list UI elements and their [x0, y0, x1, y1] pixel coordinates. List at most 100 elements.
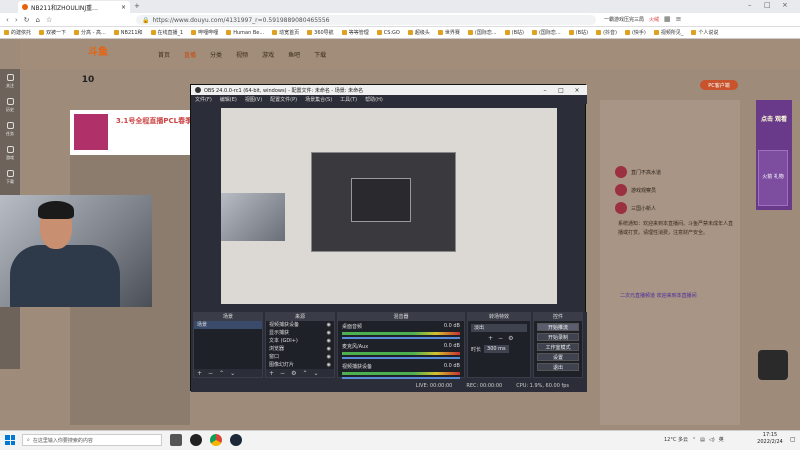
source-visibility-icon[interactable]: ◉ [327, 329, 331, 337]
obs-close-icon[interactable]: × [569, 85, 585, 95]
chat-link[interactable]: 二次元直播频道 欢迎来到本直播间 [620, 292, 697, 299]
url-bar[interactable]: 🔒 https://www.douyu.com/4131997_r=0.5919… [136, 15, 596, 25]
source-item[interactable]: 显示捕获 ◉ [266, 329, 334, 337]
gift-banner[interactable]: 火箭 礼物 [758, 150, 788, 206]
home-icon[interactable]: ⌂ [36, 16, 40, 24]
bookmark-item[interactable]: 双被一下 [39, 29, 66, 36]
bookmark-item[interactable]: 视频所见_ [653, 29, 683, 36]
site-nav-item[interactable]: 鱼吧 [288, 50, 300, 59]
bookmark-item[interactable]: (快手) [624, 29, 646, 36]
network-icon[interactable]: ▤ [700, 437, 705, 443]
site-nav-item[interactable]: 直播 [184, 50, 196, 59]
obs-menu-item[interactable]: 帮助(H) [365, 96, 383, 103]
source-visibility-icon[interactable]: ◉ [327, 321, 331, 329]
scene-item[interactable]: 场景 [194, 321, 262, 329]
bookmark-item[interactable]: 360导航 [307, 29, 334, 36]
source-item[interactable]: 视频捕获设备 ◉ [266, 321, 334, 329]
add-source-icon[interactable]: + [269, 370, 274, 377]
taskbar-search[interactable]: ⌕ 在这里输入你要搜索的内容 [22, 434, 162, 446]
transition-settings-icon[interactable]: ⚙ [508, 335, 513, 342]
chat-rank-row[interactable]: 三国小新人 [615, 202, 740, 214]
steam-task-icon[interactable] [230, 434, 242, 446]
site-nav-item[interactable]: 分类 [210, 50, 222, 59]
remove-source-icon[interactable]: − [280, 370, 285, 377]
site-nav-item[interactable]: 游戏 [262, 50, 274, 59]
bookmark-item[interactable]: Human Be... [226, 30, 264, 36]
source-item[interactable]: 文本 (GDI+) ◉ [266, 337, 334, 345]
control-button[interactable]: 工作室模式 [537, 343, 579, 351]
taskview-icon[interactable] [170, 434, 182, 446]
add-transition-icon[interactable]: + [488, 335, 493, 342]
tray-chevron-icon[interactable]: ⌃ [692, 437, 696, 443]
obs-maximize-icon[interactable]: □ [553, 85, 569, 95]
control-button[interactable]: 退出 [537, 363, 579, 371]
left-sidebar-item[interactable]: 下载 [0, 165, 20, 189]
taskbar-clock[interactable]: 17:15 2022/2/24 [750, 432, 790, 448]
source-visibility-icon[interactable]: ◉ [327, 337, 331, 345]
site-nav-item[interactable]: 视频 [236, 50, 248, 59]
site-nav-item[interactable]: 下载 [314, 50, 326, 59]
bookmark-item[interactable]: 的建依托 [4, 29, 31, 36]
huorong-badge[interactable]: 火绒 [649, 16, 659, 23]
new-tab-icon[interactable]: + [134, 2, 140, 10]
bookmark-item[interactable]: NB211和 [113, 29, 143, 36]
source-up-icon[interactable]: ⌃ [302, 370, 307, 377]
move-up-icon[interactable]: ⌃ [219, 370, 224, 377]
remove-transition-icon[interactable]: − [498, 335, 503, 342]
source-item[interactable]: 图像幻灯片 ◉ [266, 361, 334, 369]
window-close-icon[interactable]: × [782, 1, 788, 9]
chat-rank-row[interactable]: 游戏观察员 [615, 184, 740, 196]
right-search-label[interactable]: 一霸游戏压完三局 [604, 16, 644, 23]
left-sidebar-item[interactable]: 游戏 [0, 141, 20, 165]
source-visibility-icon[interactable]: ◉ [327, 345, 331, 353]
bookmark-item[interactable]: 动宽首页 [272, 29, 299, 36]
obs-minimize-icon[interactable]: – [537, 85, 553, 95]
obs-menu-item[interactable]: 场景集合(S) [305, 96, 332, 103]
window-maximize-icon[interactable]: □ [764, 1, 771, 9]
bookmark-item[interactable]: CS:GO [376, 30, 400, 36]
control-button[interactable]: 设置 [537, 353, 579, 361]
obs-preview[interactable] [221, 108, 557, 304]
bookmark-item[interactable]: (抖音) [596, 29, 617, 36]
forward-icon[interactable]: › [15, 16, 18, 24]
left-sidebar-item[interactable]: 历史 [0, 93, 20, 117]
bookmark-item[interactable]: 世界赛 [437, 29, 460, 36]
source-item[interactable]: 窗口 ◉ [266, 353, 334, 361]
remove-scene-icon[interactable]: − [208, 370, 213, 377]
control-button[interactable]: 开始推流 [537, 323, 579, 331]
chrome-task-icon[interactable] [210, 434, 222, 446]
source-settings-icon[interactable]: ⚙ [291, 370, 296, 377]
refresh-icon[interactable]: ↻ [24, 16, 30, 24]
obs-menu-item[interactable]: 文件(F) [195, 96, 212, 103]
window-minimize-icon[interactable]: – [748, 1, 752, 9]
move-down-icon[interactable]: ⌄ [230, 370, 235, 377]
pc-client-button[interactable]: PC客户端 [700, 80, 738, 90]
bookmark-item[interactable]: (B站) [568, 29, 588, 36]
bookmark-item[interactable]: 个人说说 [691, 29, 718, 36]
source-item[interactable]: 浏览器 ◉ [266, 345, 334, 353]
obs-menu-item[interactable]: 编辑(E) [220, 96, 237, 103]
volume-slider[interactable] [342, 377, 460, 379]
browser-tab[interactable]: NB211和ZHOULINJ重... × [18, 1, 130, 13]
close-tab-icon[interactable]: × [121, 4, 126, 11]
obs-menu-item[interactable]: 工具(T) [340, 96, 357, 103]
notification-icon[interactable]: ▢ [790, 436, 796, 443]
ime-indicator[interactable]: 英 [719, 436, 724, 443]
bookmark-item[interactable]: 在线直播_1 [150, 29, 183, 36]
left-sidebar-item[interactable]: 关注 [0, 69, 20, 93]
obs-task-icon[interactable] [190, 434, 202, 446]
bookmark-item[interactable]: (B站) [504, 29, 524, 36]
extension-icon[interactable]: ▦ [664, 15, 671, 23]
duration-input[interactable]: 300 ms [484, 345, 509, 353]
bookmark-item[interactable]: 等等管理 [341, 29, 369, 36]
volume-slider[interactable] [342, 337, 460, 339]
douyu-logo[interactable]: 斗鱼 [88, 43, 124, 59]
site-nav-item[interactable]: 首页 [158, 50, 170, 59]
menu-icon[interactable]: ≡ [676, 15, 682, 23]
bookmark-item[interactable]: 哔哩哔哩 [191, 29, 218, 36]
bookmark-item[interactable]: 分高 - 高... [74, 29, 106, 36]
weather-text[interactable]: 12°C 多云 [664, 436, 688, 443]
chat-rank-row[interactable]: 直门不高水道 [615, 166, 740, 178]
volume-slider[interactable] [342, 357, 460, 359]
left-sidebar-item[interactable]: 任务 [0, 117, 20, 141]
